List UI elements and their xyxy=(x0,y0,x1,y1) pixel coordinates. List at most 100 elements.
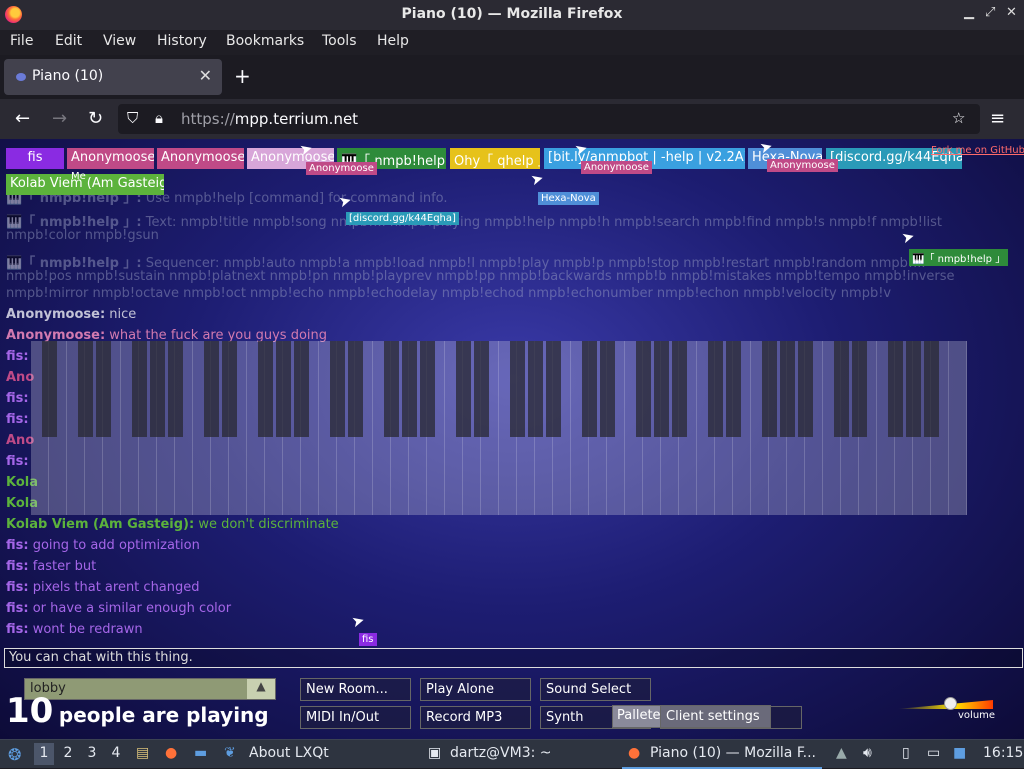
piano-black-key[interactable] xyxy=(545,341,561,437)
chat-author: Anonymoose: xyxy=(6,307,106,322)
lock-icon[interactable]: 🔒︎ xyxy=(155,109,163,127)
piano-black-key[interactable] xyxy=(149,341,165,437)
chat-text: pixels that arent changed xyxy=(32,580,200,595)
chat-message: fis: xyxy=(6,412,29,427)
user-chip[interactable]: Anonymoose xyxy=(157,148,244,169)
tab-piano[interactable]: Piano (10) ✕ xyxy=(4,59,222,95)
piano-black-key[interactable] xyxy=(383,341,399,437)
user-chip[interactable]: Anonymoose xyxy=(67,148,154,169)
piano-black-key[interactable] xyxy=(41,341,57,437)
piano-black-key[interactable] xyxy=(833,341,849,437)
url-text[interactable]: https://mpp.terrium.net xyxy=(181,110,358,128)
piano-black-key[interactable] xyxy=(887,341,903,437)
new-room-button[interactable]: New Room... xyxy=(300,678,411,701)
bookmark-star-icon[interactable]: ☆ xyxy=(952,109,965,127)
menu-tools[interactable]: Tools xyxy=(322,33,357,49)
cursor-tag: 🎹「 nmpb!help 」 xyxy=(909,249,1009,266)
tab-close-icon[interactable]: ✕ xyxy=(199,66,212,85)
menu-history[interactable]: History xyxy=(157,33,207,49)
piano-black-key[interactable] xyxy=(761,341,777,437)
forward-icon[interactable]: → xyxy=(52,108,67,129)
hamburger-menu-icon[interactable]: ≡ xyxy=(990,108,1005,129)
piano-keyboard[interactable] xyxy=(31,341,967,515)
piano-black-key[interactable] xyxy=(401,341,417,437)
user-chip[interactable]: fis xyxy=(6,148,64,169)
piano-black-key[interactable] xyxy=(707,341,723,437)
tray-arrow-icon[interactable]: ▲ xyxy=(836,745,847,761)
piano-black-key[interactable] xyxy=(527,341,543,437)
close-icon[interactable]: ✕ xyxy=(1006,5,1017,20)
sound-select-button[interactable]: Sound Select xyxy=(540,678,651,701)
lxqt-icon[interactable]: ❦ xyxy=(224,745,236,761)
piano-white-key[interactable] xyxy=(949,341,967,515)
piano-black-key[interactable] xyxy=(221,341,237,437)
url-bar[interactable]: ⛉ 🔒︎ https://mpp.terrium.net ☆ xyxy=(118,104,980,134)
desktop-2[interactable]: 2 xyxy=(58,745,78,761)
menu-view[interactable]: View xyxy=(103,33,136,49)
piano-black-key[interactable] xyxy=(329,341,345,437)
about-lxqt-task[interactable]: About LXQt xyxy=(249,745,329,761)
pallete-button[interactable]: Pallete xyxy=(612,705,664,728)
menu-bookmarks[interactable]: Bookmarks xyxy=(226,33,304,49)
chat-input[interactable]: You can chat with this thing. xyxy=(4,648,1023,668)
piano-black-key[interactable] xyxy=(347,341,363,437)
piano-black-key[interactable] xyxy=(419,341,435,437)
piano-black-key[interactable] xyxy=(131,341,147,437)
shield-icon[interactable]: ⛉ xyxy=(127,109,138,127)
show-desktop-icon[interactable]: ▬ xyxy=(194,745,207,761)
user-chip[interactable]: Ohy「 qhelp 」 xyxy=(450,148,540,169)
piano-black-key[interactable] xyxy=(455,341,471,437)
piano-black-key[interactable] xyxy=(797,341,813,437)
piano-black-key[interactable] xyxy=(509,341,525,437)
piano-black-key[interactable] xyxy=(473,341,489,437)
piano-black-key[interactable] xyxy=(851,341,867,437)
volume-slider[interactable]: volume xyxy=(897,697,995,721)
file-manager-icon[interactable]: ▤ xyxy=(136,745,149,761)
piano-black-key[interactable] xyxy=(167,341,183,437)
menu-help[interactable]: Help xyxy=(377,33,409,49)
record-mp3-button[interactable]: Record MP3 xyxy=(420,706,531,729)
network-icon[interactable]: ▭ xyxy=(927,745,940,761)
chat-message-cont: nmpb!color nmpb!gsun xyxy=(6,228,159,243)
piano-black-key[interactable] xyxy=(725,341,741,437)
chat-message: fis: pixels that arent changed xyxy=(6,580,200,595)
terminal-task[interactable]: dartz@VM3: ~ xyxy=(450,745,552,761)
lxqt-menu-icon[interactable]: ❂ xyxy=(8,745,21,764)
reload-icon[interactable]: ↻ xyxy=(88,108,103,129)
piano-black-key[interactable] xyxy=(635,341,651,437)
maximize-icon[interactable]: ⤢ xyxy=(985,5,995,20)
firefox-task[interactable]: ● Piano (10) — Mozilla F... xyxy=(622,740,822,769)
menu-edit[interactable]: Edit xyxy=(55,33,82,49)
piano-black-key[interactable] xyxy=(653,341,669,437)
desktop-4[interactable]: 4 xyxy=(106,745,126,761)
client-settings-button[interactable]: Client settings xyxy=(660,705,771,728)
back-icon[interactable]: ← xyxy=(15,108,30,129)
minimize-icon[interactable]: ▁ xyxy=(964,5,974,20)
piano-black-key[interactable] xyxy=(257,341,273,437)
piano-black-key[interactable] xyxy=(671,341,687,437)
piano-black-key[interactable] xyxy=(923,341,939,437)
piano-black-key[interactable] xyxy=(905,341,921,437)
piano-black-key[interactable] xyxy=(203,341,219,437)
play-alone-button[interactable]: Play Alone xyxy=(420,678,531,701)
piano-black-key[interactable] xyxy=(779,341,795,437)
github-link[interactable]: Fork me on GitHub xyxy=(928,144,1024,157)
firefox-launcher-icon[interactable]: ● xyxy=(165,745,177,761)
desktop-1[interactable]: 1 xyxy=(34,743,54,765)
menu-file[interactable]: File xyxy=(10,33,33,49)
piano-black-key[interactable] xyxy=(293,341,309,437)
piano-black-key[interactable] xyxy=(599,341,615,437)
update-icon[interactable]: ■ xyxy=(953,745,966,761)
piano-black-key[interactable] xyxy=(77,341,93,437)
midi-button[interactable]: MIDI In/Out xyxy=(300,706,411,729)
piano-black-key[interactable] xyxy=(581,341,597,437)
new-tab-icon[interactable]: + xyxy=(234,64,251,88)
piano-black-key[interactable] xyxy=(95,341,111,437)
piano-black-key[interactable] xyxy=(275,341,291,437)
desktop-3[interactable]: 3 xyxy=(82,745,102,761)
terminal-icon[interactable]: ▣ xyxy=(428,745,441,761)
volume-icon[interactable]: 🔊︎ xyxy=(863,745,872,761)
cursor-tag: Anonymoose xyxy=(581,161,652,174)
clipboard-icon[interactable]: ▯ xyxy=(902,745,910,761)
volume-knob[interactable] xyxy=(943,697,957,710)
